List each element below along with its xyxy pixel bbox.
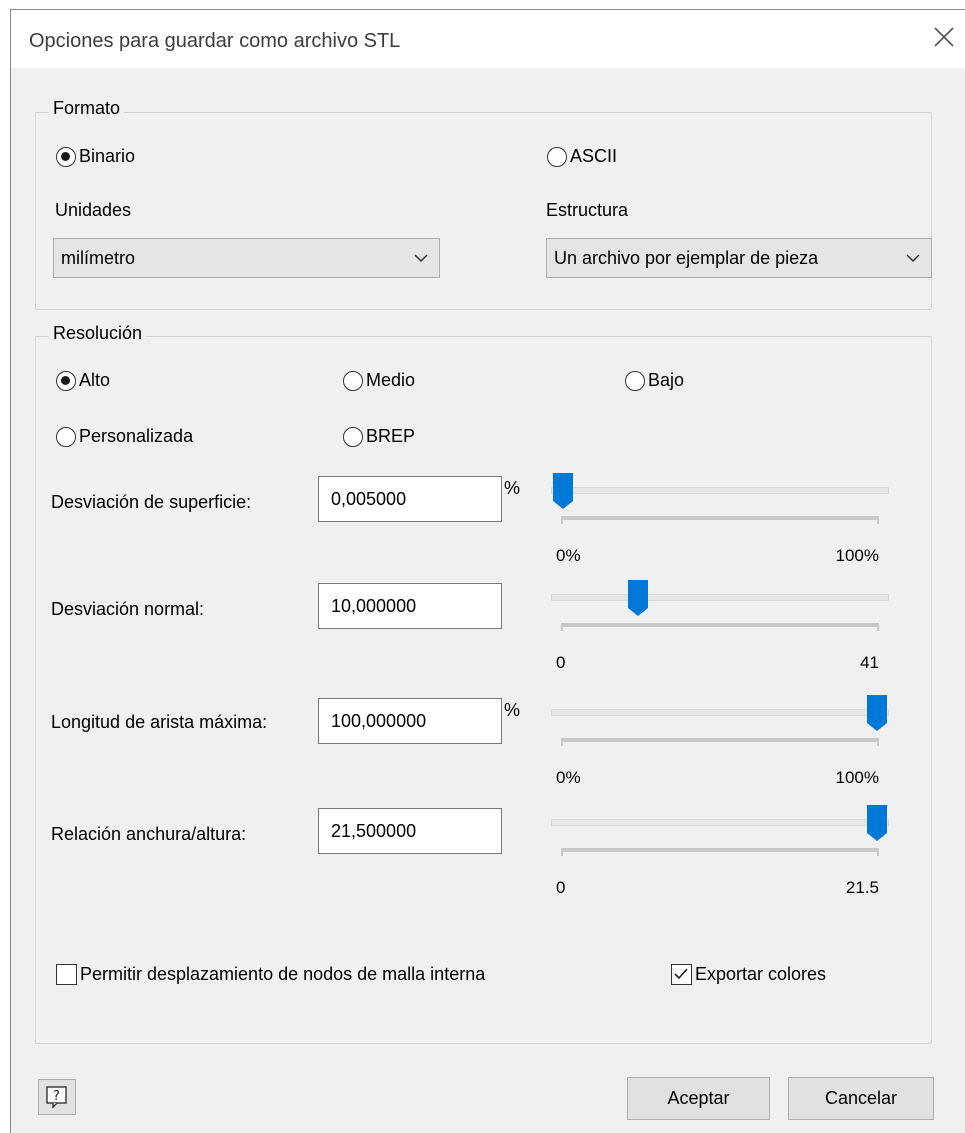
chevron-down-icon bbox=[414, 254, 428, 263]
radio-personalizada[interactable]: Personalizada bbox=[56, 426, 193, 447]
slider-scale-bar bbox=[561, 516, 877, 520]
exportar-colores-checkbox[interactable]: Exportar colores bbox=[671, 964, 826, 985]
radio-brep[interactable]: BREP bbox=[343, 426, 415, 447]
radio-alto-indicator bbox=[56, 370, 76, 391]
close-button[interactable] bbox=[927, 20, 961, 54]
slider-scale-bar bbox=[561, 848, 877, 852]
radio-medio-indicator bbox=[343, 370, 363, 391]
checkmark-icon bbox=[674, 968, 688, 980]
radio-bajo-indicator bbox=[625, 370, 645, 391]
radio-medio-label: Medio bbox=[366, 370, 416, 390]
slider-tick bbox=[561, 516, 563, 524]
slider-thumb[interactable] bbox=[627, 579, 649, 617]
radio-alto[interactable]: Alto bbox=[56, 370, 110, 391]
slider-tick bbox=[877, 623, 879, 631]
radio-ascii[interactable]: ASCII bbox=[547, 146, 617, 167]
slider-max-label: 100% bbox=[835, 546, 879, 565]
radio-binario[interactable]: Binario bbox=[56, 146, 135, 167]
slider-max-label: 41 bbox=[860, 653, 879, 672]
slider-min-label: 0% bbox=[556, 768, 581, 787]
window-title: Opciones para guardar como archivo STL bbox=[29, 30, 401, 52]
permitir-desplazamiento-box bbox=[56, 964, 77, 985]
estructura-value: Un archivo por ejemplar de pieza bbox=[554, 247, 819, 268]
slider-tick bbox=[561, 623, 563, 631]
param-label: Desviación de superficie: bbox=[51, 492, 252, 512]
title-bar: Opciones para guardar como archivo STL bbox=[11, 10, 965, 68]
radio-brep-indicator bbox=[343, 426, 363, 447]
unidades-label: Unidades bbox=[55, 200, 132, 220]
slider-tick bbox=[561, 848, 563, 856]
radio-brep-label: BREP bbox=[366, 426, 416, 446]
slider-thumb[interactable] bbox=[866, 694, 888, 732]
radio-personalizada-label: Personalizada bbox=[79, 426, 194, 446]
radio-personalizada-indicator bbox=[56, 426, 76, 447]
param-unit: % bbox=[504, 700, 521, 720]
radio-bajo[interactable]: Bajo bbox=[625, 370, 684, 391]
radio-binario-label: Binario bbox=[79, 146, 136, 166]
radio-ascii-label: ASCII bbox=[570, 146, 618, 166]
permitir-desplazamiento-label: Permitir desplazamiento de nodos de mall… bbox=[80, 964, 486, 984]
param-value-input[interactable]: 21,500000 bbox=[318, 808, 502, 854]
cancelar-button[interactable]: Cancelar bbox=[788, 1077, 934, 1120]
param-label: Relación anchura/altura: bbox=[51, 824, 247, 844]
help-button[interactable]: ? bbox=[38, 1079, 76, 1115]
estructura-select[interactable]: Un archivo por ejemplar de pieza bbox=[546, 238, 932, 278]
param-value-input[interactable]: 10,000000 bbox=[318, 583, 502, 629]
radio-medio[interactable]: Medio bbox=[343, 370, 415, 391]
slider-tick bbox=[561, 738, 563, 746]
radio-binario-indicator bbox=[56, 146, 76, 167]
unidades-value: milímetro bbox=[61, 247, 136, 268]
radio-ascii-indicator bbox=[547, 146, 567, 167]
slider-scale-bar bbox=[561, 738, 877, 742]
slider-max-label: 21.5 bbox=[845, 878, 879, 897]
slider-thumb[interactable] bbox=[866, 804, 888, 842]
close-icon bbox=[934, 27, 954, 47]
stl-options-dialog: Opciones para guardar como archivo STL F… bbox=[10, 9, 965, 1133]
param-unit: % bbox=[504, 478, 521, 498]
slider-min-label: 0% bbox=[556, 546, 581, 565]
formato-legend: Formato bbox=[49, 98, 125, 119]
slider-scale-bar bbox=[561, 623, 877, 627]
slider-track[interactable] bbox=[551, 594, 889, 601]
slider-thumb[interactable] bbox=[552, 472, 574, 510]
chevron-down-icon bbox=[906, 254, 920, 263]
slider-track[interactable] bbox=[551, 819, 889, 826]
slider-tick bbox=[877, 516, 879, 524]
unidades-select[interactable]: milímetro bbox=[53, 238, 440, 278]
slider-tick bbox=[877, 738, 879, 746]
slider-min-label: 0 bbox=[556, 878, 566, 897]
slider-min-label: 0 bbox=[556, 653, 566, 672]
slider-max-label: 100% bbox=[835, 768, 879, 787]
param-label: Longitud de arista máxima: bbox=[51, 712, 268, 732]
param-label: Desviación normal: bbox=[51, 599, 205, 619]
param-value-input[interactable]: 0,005000 bbox=[318, 476, 502, 522]
param-value-input[interactable]: 100,000000 bbox=[318, 698, 502, 744]
exportar-colores-label: Exportar colores bbox=[695, 964, 827, 984]
permitir-desplazamiento-checkbox[interactable]: Permitir desplazamiento de nodos de mall… bbox=[56, 964, 485, 985]
aceptar-button[interactable]: Aceptar bbox=[627, 1077, 770, 1120]
radio-bajo-label: Bajo bbox=[648, 370, 685, 390]
help-icon: ? bbox=[46, 1086, 67, 1109]
estructura-label: Estructura bbox=[546, 200, 629, 220]
slider-track[interactable] bbox=[551, 709, 889, 716]
resolucion-legend: Resolución bbox=[49, 323, 147, 344]
exportar-colores-box bbox=[671, 964, 692, 985]
radio-alto-label: Alto bbox=[79, 370, 111, 390]
slider-track[interactable] bbox=[551, 487, 889, 494]
svg-text:?: ? bbox=[53, 1089, 60, 1104]
slider-tick bbox=[877, 848, 879, 856]
formato-group bbox=[35, 112, 932, 310]
